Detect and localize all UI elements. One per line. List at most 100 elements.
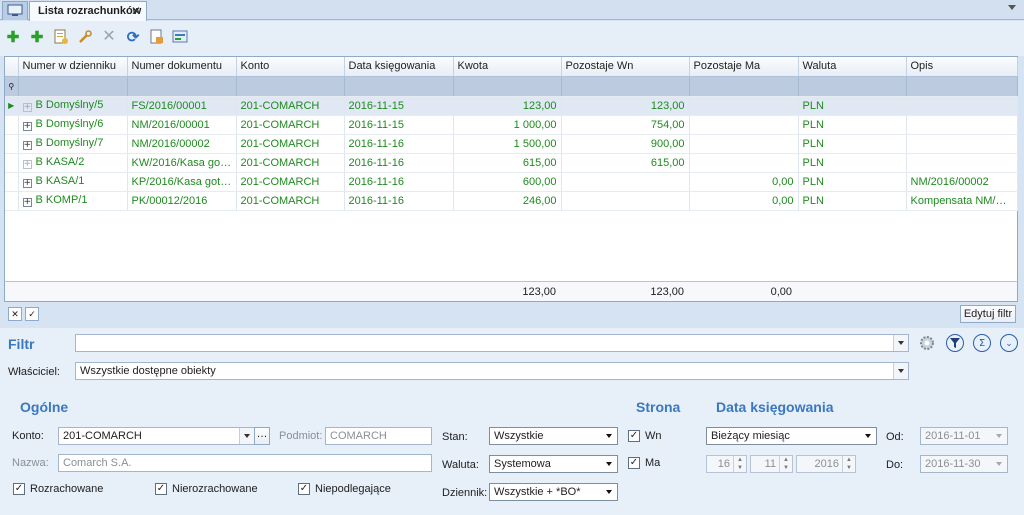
spin-arrows-icon: ▲ ▼ [733,456,746,472]
chevron-down-icon[interactable] [602,456,617,472]
period-select[interactable]: Bieżący miesiąc [706,427,877,445]
spin-arrows-icon: ▲ ▼ [842,456,855,472]
column-header-data-ksiegowania[interactable]: Data księgowania [344,57,454,77]
monitor-icon [7,4,23,16]
close-icon[interactable]: ✕ [131,4,141,18]
grid-filter-row[interactable]: ⚲ [5,76,1018,97]
total-kwota: 123,00 [522,286,556,298]
rozrachowane-checkbox[interactable]: ✓ [13,483,25,495]
filter-cell[interactable] [906,76,1018,97]
row-indicator-icon: ▶ [5,96,19,116]
apply-filter-icon[interactable]: ✓ [25,307,39,321]
column-header-konto[interactable]: Konto [236,57,345,77]
calendar-icon [992,428,1007,444]
filter-cell[interactable] [18,76,128,97]
settings-icon[interactable] [918,334,936,352]
chevron-down-icon[interactable] [893,363,908,379]
home-tab[interactable] [2,1,28,20]
calendar-icon [992,456,1007,472]
od-date-field: 2016-11-01 [920,427,1008,445]
konto-label: Konto: [12,430,44,442]
month-spinner: 11 ▲ ▼ [750,455,793,473]
expand-icon[interactable]: + [22,160,32,169]
owner-select[interactable]: Wszystkie dostępne obiekty [75,362,909,380]
nierozrachowane-checkbox[interactable]: ✓ [155,483,167,495]
do-date-field: 2016-11-30 [920,455,1008,473]
waluta-label: Waluta: [442,459,479,471]
owner-label: Właściciel: [8,366,60,378]
general-section-title: Ogólne [20,399,69,415]
filter-title: Filtr [8,336,35,352]
day-spinner: 16 ▲ ▼ [706,455,747,473]
table-row[interactable]: + B KOMP/1 PK/00012/2016 201-COMARCH 2016… [5,191,1018,211]
expand-icon[interactable]: + [22,103,32,112]
waluta-select[interactable]: Systemowa [489,455,618,473]
nazwa-field: Comarch S.A. [58,454,432,472]
ma-checkbox[interactable]: ✓ [628,457,640,469]
clear-filter-icon[interactable]: ✕ [8,307,22,321]
table-row[interactable]: + B Domyślny/6 NM/2016/00001 201-COMARCH … [5,115,1018,135]
export-icon[interactable] [148,28,166,46]
data-ksiegowania-section-title: Data księgowania [716,399,834,415]
add-document-icon[interactable] [52,28,70,46]
tab-label: Lista rozrachunków [38,5,142,17]
edit-filter-button[interactable]: Edytuj filtr [960,305,1016,323]
add-icon[interactable]: ✚ [4,28,22,46]
filter-cell[interactable] [236,76,345,97]
filter-cell[interactable] [344,76,454,97]
spin-arrows-icon: ▲ ▼ [779,456,792,472]
settle-icon[interactable] [172,28,190,46]
chevron-down-icon[interactable] [602,428,617,444]
do-label: Do: [886,459,904,471]
dziennik-label: Dziennik: [442,487,488,499]
expand-icon[interactable]: + [22,198,32,207]
dziennik-select[interactable]: Wszystkie + *BO* [489,483,618,501]
nierozrachowane-label: Nierozrachowane [172,483,258,495]
niepodlegajace-checkbox[interactable]: ✓ [298,483,310,495]
filter-funnel-icon[interactable] [946,334,964,352]
table-row[interactable]: + B KASA/2 KW/2016/Kasa gotó... 201-COMAR… [5,153,1018,173]
column-header-opis[interactable]: Opis [906,57,1018,77]
pin-icon: ⚲ [5,76,19,97]
column-header-pozostaje-wn[interactable]: Pozostaje Wn [561,57,690,77]
wn-checkbox[interactable]: ✓ [628,430,640,442]
expand-icon[interactable]: + [22,122,32,131]
delete-icon[interactable]: ✕ [100,28,118,46]
chevron-down-icon[interactable] [861,428,876,444]
chevron-down-icon[interactable] [893,335,908,351]
column-header-waluta[interactable]: Waluta [798,57,907,77]
year-spinner: 2016 ▲ ▼ [796,455,856,473]
edit-icon[interactable] [76,28,94,46]
add-copy-icon[interactable]: ✚ [28,28,46,46]
expand-icon[interactable]: + [22,179,32,188]
sum-icon[interactable]: Σ [973,334,991,352]
column-header-indicator [5,57,19,77]
refresh-icon[interactable]: ⟳ [124,28,142,46]
table-row[interactable]: + B Domyślny/7 NM/2016/00002 201-COMARCH … [5,134,1018,154]
column-header-kwota[interactable]: Kwota [453,57,562,77]
chevron-down-icon[interactable] [239,428,254,444]
podmiot-field: COMARCH [325,427,432,445]
expand-icon[interactable]: + [22,141,32,150]
chevron-down-icon[interactable] [1008,5,1016,10]
konto-field[interactable]: 201-COMARCH [58,427,255,445]
collapse-icon[interactable]: ⌄ [1000,334,1018,352]
filter-cell[interactable] [689,76,799,97]
browse-konto-button[interactable]: … [254,427,270,445]
column-header-pozostaje-ma[interactable]: Pozostaje Ma [689,57,799,77]
filter-cell[interactable] [127,76,237,97]
column-header-numer-w-dzienniku[interactable]: Numer w dzienniku [18,57,128,77]
column-header-numer-dokumentu[interactable]: Numer dokumentu [127,57,237,77]
tab-lista-rozrachunkow[interactable]: Lista rozrachunków ✕ [29,1,147,21]
filter-cell[interactable] [561,76,690,97]
table-row[interactable]: + B KASA/1 KP/2016/Kasa gotów... 201-COMA… [5,172,1018,192]
table-row[interactable]: ▶ + B Domyślny/5 FS/2016/00001 201-COMARC… [5,96,1018,116]
filter-cell[interactable] [453,76,562,97]
od-label: Od: [886,431,904,443]
ma-label: Ma [645,457,661,469]
stan-label: Stan: [442,431,468,443]
filter-input[interactable] [75,334,909,352]
stan-select[interactable]: Wszystkie [489,427,618,445]
chevron-down-icon[interactable] [602,484,617,500]
filter-cell[interactable] [798,76,907,97]
